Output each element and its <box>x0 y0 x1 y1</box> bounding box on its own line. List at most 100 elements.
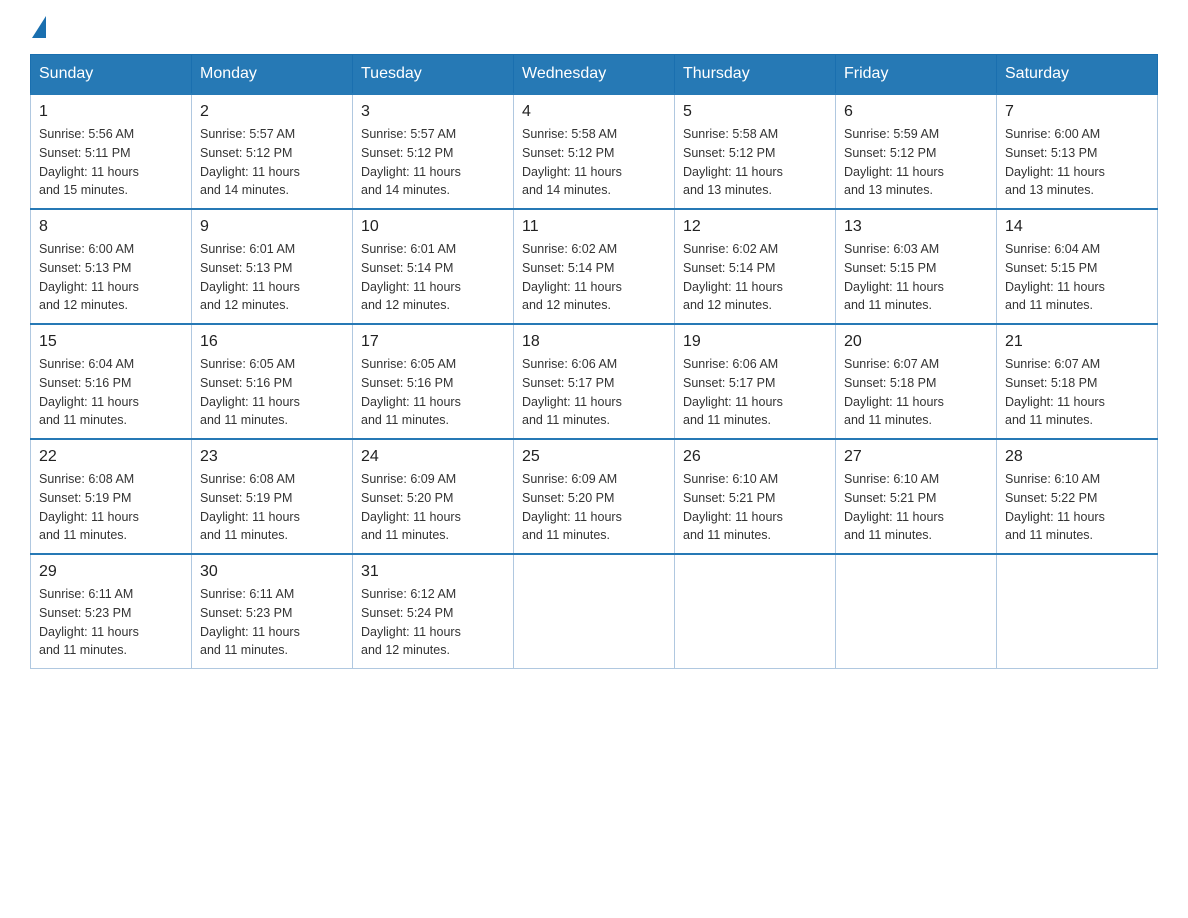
calendar-header-saturday: Saturday <box>997 55 1158 95</box>
calendar-week-row: 8 Sunrise: 6:00 AMSunset: 5:13 PMDayligh… <box>31 209 1158 324</box>
day-number: 23 <box>200 448 344 466</box>
calendar-week-row: 29 Sunrise: 6:11 AMSunset: 5:23 PMDaylig… <box>31 554 1158 669</box>
day-info: Sunrise: 6:10 AMSunset: 5:21 PMDaylight:… <box>683 470 827 545</box>
calendar-header-tuesday: Tuesday <box>353 55 514 95</box>
day-info: Sunrise: 6:01 AMSunset: 5:13 PMDaylight:… <box>200 240 344 315</box>
day-number: 16 <box>200 333 344 351</box>
day-number: 9 <box>200 218 344 236</box>
day-info: Sunrise: 6:00 AMSunset: 5:13 PMDaylight:… <box>1005 125 1149 200</box>
calendar-cell: 16 Sunrise: 6:05 AMSunset: 5:16 PMDaylig… <box>192 324 353 439</box>
day-info: Sunrise: 5:57 AMSunset: 5:12 PMDaylight:… <box>200 125 344 200</box>
calendar-cell: 3 Sunrise: 5:57 AMSunset: 5:12 PMDayligh… <box>353 94 514 209</box>
day-info: Sunrise: 6:07 AMSunset: 5:18 PMDaylight:… <box>1005 355 1149 430</box>
calendar-cell: 17 Sunrise: 6:05 AMSunset: 5:16 PMDaylig… <box>353 324 514 439</box>
day-number: 3 <box>361 103 505 121</box>
calendar-header-sunday: Sunday <box>31 55 192 95</box>
calendar-cell <box>675 554 836 669</box>
calendar-header-friday: Friday <box>836 55 997 95</box>
calendar-cell <box>997 554 1158 669</box>
day-number: 5 <box>683 103 827 121</box>
day-number: 4 <box>522 103 666 121</box>
day-number: 20 <box>844 333 988 351</box>
day-number: 22 <box>39 448 183 466</box>
day-info: Sunrise: 5:58 AMSunset: 5:12 PMDaylight:… <box>522 125 666 200</box>
calendar-cell: 22 Sunrise: 6:08 AMSunset: 5:19 PMDaylig… <box>31 439 192 554</box>
day-info: Sunrise: 6:01 AMSunset: 5:14 PMDaylight:… <box>361 240 505 315</box>
day-info: Sunrise: 6:06 AMSunset: 5:17 PMDaylight:… <box>683 355 827 430</box>
day-info: Sunrise: 6:03 AMSunset: 5:15 PMDaylight:… <box>844 240 988 315</box>
calendar-cell: 9 Sunrise: 6:01 AMSunset: 5:13 PMDayligh… <box>192 209 353 324</box>
calendar-header-monday: Monday <box>192 55 353 95</box>
calendar-cell: 13 Sunrise: 6:03 AMSunset: 5:15 PMDaylig… <box>836 209 997 324</box>
day-number: 12 <box>683 218 827 236</box>
calendar-cell: 8 Sunrise: 6:00 AMSunset: 5:13 PMDayligh… <box>31 209 192 324</box>
day-number: 10 <box>361 218 505 236</box>
day-info: Sunrise: 6:00 AMSunset: 5:13 PMDaylight:… <box>39 240 183 315</box>
day-number: 7 <box>1005 103 1149 121</box>
calendar-cell: 10 Sunrise: 6:01 AMSunset: 5:14 PMDaylig… <box>353 209 514 324</box>
day-number: 14 <box>1005 218 1149 236</box>
day-info: Sunrise: 6:06 AMSunset: 5:17 PMDaylight:… <box>522 355 666 430</box>
day-info: Sunrise: 5:59 AMSunset: 5:12 PMDaylight:… <box>844 125 988 200</box>
day-number: 11 <box>522 218 666 236</box>
calendar-cell: 5 Sunrise: 5:58 AMSunset: 5:12 PMDayligh… <box>675 94 836 209</box>
day-number: 30 <box>200 563 344 581</box>
calendar-table: SundayMondayTuesdayWednesdayThursdayFrid… <box>30 54 1158 669</box>
calendar-cell: 7 Sunrise: 6:00 AMSunset: 5:13 PMDayligh… <box>997 94 1158 209</box>
calendar-cell: 18 Sunrise: 6:06 AMSunset: 5:17 PMDaylig… <box>514 324 675 439</box>
day-info: Sunrise: 6:08 AMSunset: 5:19 PMDaylight:… <box>39 470 183 545</box>
calendar-cell: 2 Sunrise: 5:57 AMSunset: 5:12 PMDayligh… <box>192 94 353 209</box>
calendar-cell: 6 Sunrise: 5:59 AMSunset: 5:12 PMDayligh… <box>836 94 997 209</box>
day-number: 31 <box>361 563 505 581</box>
day-number: 18 <box>522 333 666 351</box>
day-info: Sunrise: 6:11 AMSunset: 5:23 PMDaylight:… <box>39 585 183 660</box>
calendar-cell: 31 Sunrise: 6:12 AMSunset: 5:24 PMDaylig… <box>353 554 514 669</box>
calendar-cell: 1 Sunrise: 5:56 AMSunset: 5:11 PMDayligh… <box>31 94 192 209</box>
calendar-header-wednesday: Wednesday <box>514 55 675 95</box>
day-number: 25 <box>522 448 666 466</box>
calendar-cell: 14 Sunrise: 6:04 AMSunset: 5:15 PMDaylig… <box>997 209 1158 324</box>
day-number: 2 <box>200 103 344 121</box>
day-number: 1 <box>39 103 183 121</box>
day-info: Sunrise: 6:05 AMSunset: 5:16 PMDaylight:… <box>361 355 505 430</box>
day-info: Sunrise: 6:02 AMSunset: 5:14 PMDaylight:… <box>683 240 827 315</box>
calendar-cell: 27 Sunrise: 6:10 AMSunset: 5:21 PMDaylig… <box>836 439 997 554</box>
day-info: Sunrise: 6:10 AMSunset: 5:21 PMDaylight:… <box>844 470 988 545</box>
calendar-week-row: 1 Sunrise: 5:56 AMSunset: 5:11 PMDayligh… <box>31 94 1158 209</box>
logo <box>30 20 46 34</box>
day-info: Sunrise: 6:12 AMSunset: 5:24 PMDaylight:… <box>361 585 505 660</box>
calendar-cell: 15 Sunrise: 6:04 AMSunset: 5:16 PMDaylig… <box>31 324 192 439</box>
calendar-cell <box>514 554 675 669</box>
calendar-header-row: SundayMondayTuesdayWednesdayThursdayFrid… <box>31 55 1158 95</box>
calendar-header-thursday: Thursday <box>675 55 836 95</box>
calendar-cell: 19 Sunrise: 6:06 AMSunset: 5:17 PMDaylig… <box>675 324 836 439</box>
calendar-cell: 24 Sunrise: 6:09 AMSunset: 5:20 PMDaylig… <box>353 439 514 554</box>
day-number: 21 <box>1005 333 1149 351</box>
day-number: 29 <box>39 563 183 581</box>
day-info: Sunrise: 6:09 AMSunset: 5:20 PMDaylight:… <box>361 470 505 545</box>
calendar-week-row: 22 Sunrise: 6:08 AMSunset: 5:19 PMDaylig… <box>31 439 1158 554</box>
calendar-cell: 20 Sunrise: 6:07 AMSunset: 5:18 PMDaylig… <box>836 324 997 439</box>
day-number: 15 <box>39 333 183 351</box>
day-info: Sunrise: 6:10 AMSunset: 5:22 PMDaylight:… <box>1005 470 1149 545</box>
day-info: Sunrise: 6:04 AMSunset: 5:16 PMDaylight:… <box>39 355 183 430</box>
day-number: 27 <box>844 448 988 466</box>
day-number: 26 <box>683 448 827 466</box>
day-number: 8 <box>39 218 183 236</box>
day-info: Sunrise: 6:09 AMSunset: 5:20 PMDaylight:… <box>522 470 666 545</box>
day-number: 17 <box>361 333 505 351</box>
day-number: 28 <box>1005 448 1149 466</box>
calendar-cell: 23 Sunrise: 6:08 AMSunset: 5:19 PMDaylig… <box>192 439 353 554</box>
logo-triangle-icon <box>32 16 46 38</box>
calendar-cell: 30 Sunrise: 6:11 AMSunset: 5:23 PMDaylig… <box>192 554 353 669</box>
calendar-cell: 26 Sunrise: 6:10 AMSunset: 5:21 PMDaylig… <box>675 439 836 554</box>
day-info: Sunrise: 5:58 AMSunset: 5:12 PMDaylight:… <box>683 125 827 200</box>
calendar-cell: 11 Sunrise: 6:02 AMSunset: 5:14 PMDaylig… <box>514 209 675 324</box>
calendar-cell: 29 Sunrise: 6:11 AMSunset: 5:23 PMDaylig… <box>31 554 192 669</box>
day-number: 13 <box>844 218 988 236</box>
page-header <box>30 20 1158 34</box>
day-info: Sunrise: 5:57 AMSunset: 5:12 PMDaylight:… <box>361 125 505 200</box>
day-info: Sunrise: 5:56 AMSunset: 5:11 PMDaylight:… <box>39 125 183 200</box>
calendar-cell: 28 Sunrise: 6:10 AMSunset: 5:22 PMDaylig… <box>997 439 1158 554</box>
calendar-cell: 12 Sunrise: 6:02 AMSunset: 5:14 PMDaylig… <box>675 209 836 324</box>
